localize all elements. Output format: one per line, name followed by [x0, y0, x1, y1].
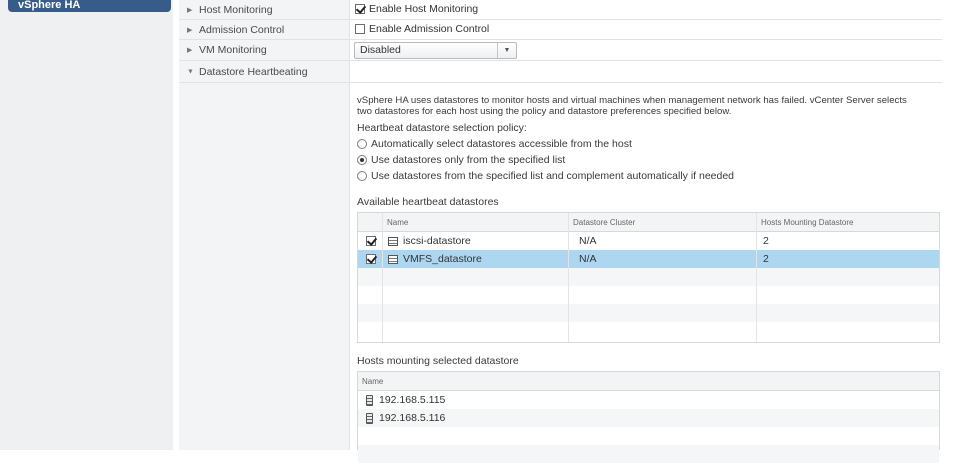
heartbeat-description-line1: vSphere HA uses datastores to monitor ho…	[357, 95, 907, 106]
hosts-mounting-cell: 2	[763, 253, 769, 265]
table-row[interactable]: 192.168.5.115	[358, 391, 939, 409]
empty-row	[358, 268, 939, 286]
vm-monitoring-row: ▶ VM Monitoring Disabled ▼	[179, 40, 942, 61]
column-header-datastore-cluster[interactable]: Datastore Cluster	[573, 218, 635, 227]
host-monitoring-row: ▶ Host Monitoring Enable Host Monitoring	[179, 0, 942, 20]
heartbeat-policy-label: Heartbeat datastore selection policy:	[357, 122, 527, 134]
table-row[interactable]: VMFS_datastore N/A 2	[358, 250, 939, 268]
host-cell: 192.168.5.115	[366, 394, 445, 406]
host-address: 192.168.5.115	[379, 394, 446, 406]
host-cell: 192.168.5.116	[366, 412, 445, 424]
radio-unselected-icon[interactable]	[357, 139, 367, 150]
empty-row	[358, 322, 939, 340]
enable-admission-control-label: Enable Admission Control	[369, 23, 490, 35]
column-header-hosts-mounting[interactable]: Hosts Mounting Datastore	[761, 218, 854, 227]
policy-option-automatic[interactable]: Automatically select datastores accessib…	[357, 138, 632, 150]
vm-monitoring-value: Disabled ▼	[350, 40, 942, 60]
datastore-heartbeating-label-cell[interactable]: ▼ Datastore Heartbeating	[179, 61, 350, 82]
row-checkbox[interactable]	[366, 254, 376, 264]
datastore-cluster-cell: N/A	[579, 253, 597, 265]
datastore-name-cell: VMFS_datastore	[388, 253, 482, 265]
empty-row	[358, 445, 939, 463]
host-monitoring-label-cell[interactable]: ▶ Host Monitoring	[179, 0, 350, 19]
expand-triangle-icon[interactable]: ▶	[187, 26, 192, 34]
settings-panel: ▶ Host Monitoring Enable Host Monitoring…	[179, 0, 942, 463]
empty-row	[358, 427, 939, 445]
expand-triangle-icon[interactable]: ▶	[187, 46, 192, 54]
hosts-grid: Name 192.168.5.115 192.168.5.116	[357, 371, 940, 463]
radio-unselected-icon[interactable]	[357, 171, 367, 182]
datastore-name: iscsi-datastore	[403, 235, 471, 247]
host-monitoring-label: Host Monitoring	[199, 3, 273, 16]
column-divider	[756, 213, 757, 342]
host-icon	[366, 394, 373, 406]
host-monitoring-value: Enable Host Monitoring	[350, 0, 942, 19]
expand-triangle-icon[interactable]: ▶	[187, 6, 192, 14]
heartbeat-description-line2: two datastores for each host using the p…	[357, 106, 732, 117]
host-address: 192.168.5.116	[379, 412, 446, 424]
datastores-grid: Name Datastore Cluster Hosts Mounting Da…	[357, 212, 940, 343]
datastore-heartbeating-label: Datastore Heartbeating	[199, 65, 308, 78]
enable-host-monitoring-checkbox[interactable]: Enable Host Monitoring	[355, 3, 478, 15]
admission-control-row: ▶ Admission Control Enable Admission Con…	[179, 20, 942, 40]
column-header-name[interactable]: Name	[362, 377, 383, 386]
enable-admission-control-checkbox[interactable]: Enable Admission Control	[355, 23, 489, 35]
policy-option-automatic-label: Automatically select datastores accessib…	[371, 138, 632, 150]
datastore-name: VMFS_datastore	[403, 253, 482, 265]
hosts-grid-header: Name	[358, 372, 939, 391]
vm-monitoring-label: VM Monitoring	[199, 44, 267, 56]
available-datastores-label: Available heartbeat datastores	[357, 196, 499, 208]
policy-option-specified-list[interactable]: Use datastores only from the specified l…	[357, 154, 565, 166]
column-divider	[382, 213, 383, 342]
datastore-icon	[388, 254, 398, 264]
vm-monitoring-select[interactable]: Disabled ▼	[354, 42, 517, 59]
enable-host-monitoring-label: Enable Host Monitoring	[369, 3, 479, 15]
vm-monitoring-label-cell[interactable]: ▶ VM Monitoring	[179, 40, 350, 60]
nav-item-vsphere-ha[interactable]: vSphere HA	[8, 0, 171, 12]
label-column-filler	[179, 83, 350, 450]
column-divider	[568, 213, 569, 342]
row-checkbox[interactable]	[366, 236, 376, 246]
datastores-grid-header: Name Datastore Cluster Hosts Mounting Da…	[358, 213, 939, 232]
policy-option-complement-label: Use datastores from the specified list a…	[371, 170, 735, 182]
admission-control-value: Enable Admission Control	[350, 20, 942, 39]
dropdown-arrow-icon[interactable]: ▼	[497, 43, 516, 58]
datastore-heartbeating-row: ▼ Datastore Heartbeating	[179, 61, 942, 83]
policy-option-complement[interactable]: Use datastores from the specified list a…	[357, 170, 734, 182]
empty-row	[358, 304, 939, 322]
hosts-mounting-label: Hosts mounting selected datastore	[357, 355, 519, 367]
table-row[interactable]: iscsi-datastore N/A 2	[358, 232, 939, 250]
datastore-icon	[388, 236, 398, 246]
admission-control-label-cell[interactable]: ▶ Admission Control	[179, 20, 350, 39]
admission-control-label: Admission Control	[199, 23, 285, 36]
checkbox-unchecked-icon[interactable]	[355, 24, 365, 35]
host-icon	[366, 412, 373, 424]
radio-selected-icon[interactable]	[357, 155, 367, 166]
nav-item-label: vSphere HA	[18, 0, 81, 11]
datastore-name-cell: iscsi-datastore	[388, 235, 471, 247]
column-header-name[interactable]: Name	[387, 218, 408, 227]
empty-row	[358, 286, 939, 304]
hosts-mounting-cell: 2	[763, 235, 769, 247]
policy-option-specified-list-label: Use datastores only from the specified l…	[371, 154, 566, 166]
vm-monitoring-selected-value: Disabled	[360, 44, 401, 56]
datastore-cluster-cell: N/A	[579, 235, 597, 247]
collapse-triangle-icon[interactable]: ▼	[187, 68, 194, 75]
checkbox-checked-icon[interactable]	[355, 4, 365, 15]
table-row[interactable]: 192.168.5.116	[358, 409, 939, 427]
navigation-panel: vSphere HA	[0, 0, 173, 450]
